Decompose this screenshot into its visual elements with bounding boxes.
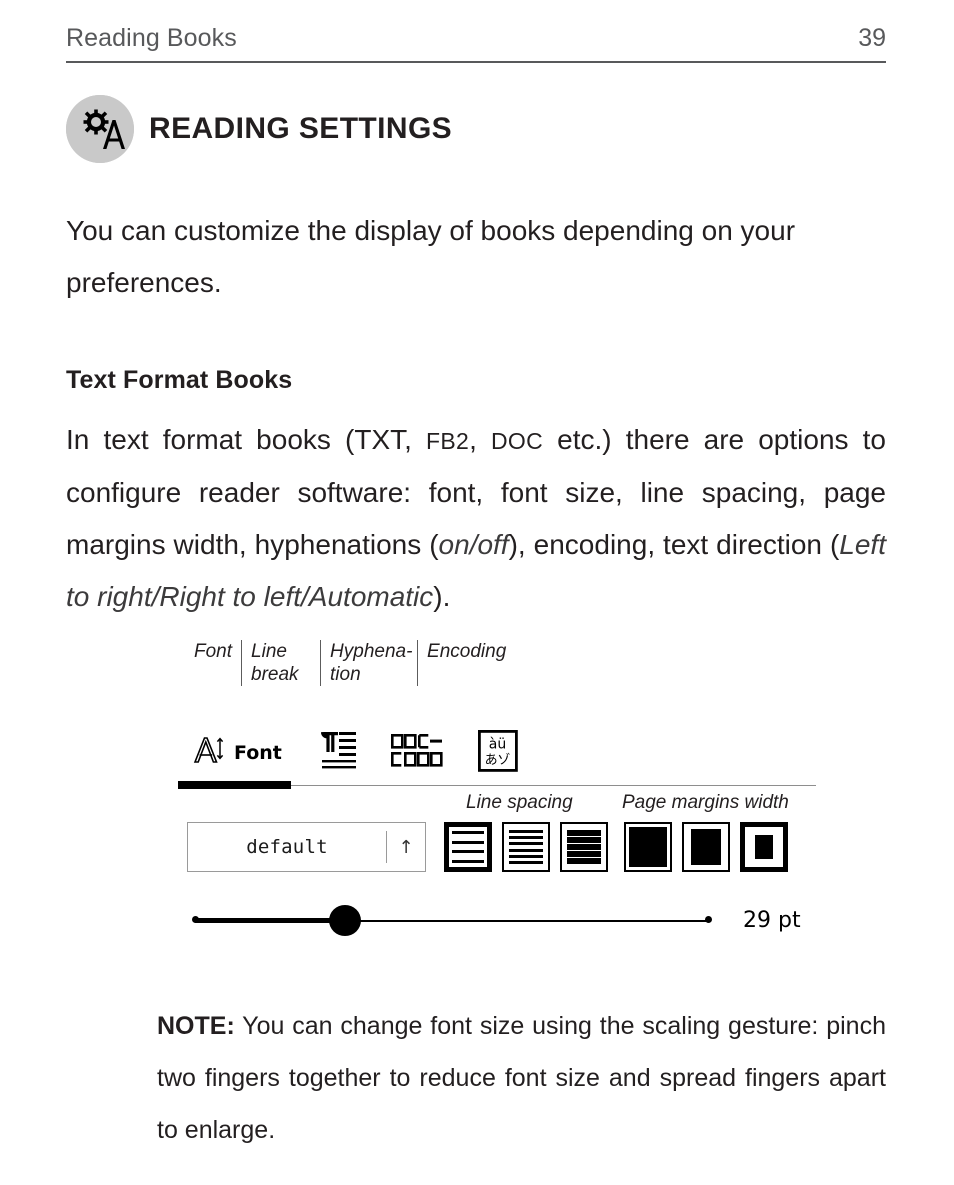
callout-line-break-line2: break <box>251 664 299 685</box>
format-fb2: FB2 <box>426 428 470 454</box>
page-margin-medium-option[interactable] <box>682 822 730 872</box>
line-spacing-medium-option[interactable] <box>502 822 550 872</box>
tab-line-break[interactable] <box>318 728 358 777</box>
document-page: Reading Books 39 READING SETTINGS You ca… <box>0 0 954 1185</box>
running-head-title: Reading Books <box>66 24 237 52</box>
section-paragraph: In text format books (TXT, FB2, DOC etc.… <box>66 414 886 623</box>
font-size-a-icon <box>192 734 226 771</box>
intro-paragraph: You can customize the display of books d… <box>66 215 796 298</box>
page-title: READING SETTINGS <box>149 112 453 145</box>
figure-callouts: Font Line break Hyphena- tion Encoding <box>194 640 515 686</box>
callout-line-break-label: Line break <box>242 640 320 686</box>
line-spacing-wide-preview <box>452 831 484 863</box>
page-margin-options <box>624 822 788 872</box>
font-select-value: default <box>246 836 328 858</box>
line-spacing-group-label: Line spacing <box>466 792 573 813</box>
paragraph-part-4: ), encoding, text direction ( <box>508 529 840 560</box>
page-margin-narrow-preview <box>629 827 667 867</box>
pilcrow-lines-icon <box>318 728 358 777</box>
encoding-charset-icon: àü あゾ <box>477 729 518 777</box>
page-margin-medium-preview <box>691 829 721 865</box>
callout-line-break-line1: Line <box>251 641 287 662</box>
format-doc: DOC <box>491 428 544 454</box>
note-block: NOTE: You can change font size using the… <box>157 1000 886 1156</box>
tab-hyphenation[interactable] <box>390 733 443 773</box>
callout-hyphenation-line2: tion <box>330 664 361 685</box>
svg-text:あゾ: あゾ <box>485 753 511 768</box>
tab-font[interactable]: Font <box>192 734 282 771</box>
note-prefix: NOTE: <box>157 1012 235 1040</box>
tab-encoding[interactable]: àü あゾ <box>477 729 518 777</box>
active-tab-indicator <box>178 781 291 789</box>
slider-thumb[interactable] <box>329 905 361 936</box>
callout-hyphenation-label: Hyphena- tion <box>321 640 417 686</box>
value-on-off: on/off <box>438 529 509 560</box>
page-margin-narrow-option[interactable] <box>624 822 672 872</box>
note-text: You can change font size using the scali… <box>157 1012 886 1144</box>
gear-letter-a-icon <box>66 95 134 163</box>
arrow-up-icon[interactable]: ↑ <box>387 837 425 858</box>
slider-track-fill <box>195 918 340 923</box>
page-margins-group-label: Page margins width <box>622 792 789 813</box>
section-subheading: Text Format Books <box>66 366 293 394</box>
page-number: 39 <box>858 24 886 52</box>
page-margin-wide-option[interactable] <box>740 822 788 872</box>
font-select[interactable]: default ↑ <box>187 822 426 872</box>
reading-settings-figure: Font Line break Hyphena- tion Encoding F… <box>178 640 823 936</box>
slider-min-endpoint <box>192 916 199 923</box>
chapter-heading: READING SETTINGS <box>66 95 452 163</box>
paragraph-part-2: , <box>469 424 492 455</box>
running-head: Reading Books 39 <box>66 24 886 63</box>
callout-encoding-label: Encoding <box>427 641 507 662</box>
font-size-value: 29 pt <box>743 908 801 933</box>
line-spacing-narrow-preview <box>567 830 601 864</box>
line-spacing-wide-option[interactable] <box>444 822 492 872</box>
settings-toolbar: Font àü あゾ <box>178 728 823 786</box>
paragraph-part-1: In text format books (TXT, <box>66 424 427 455</box>
callout-hyphenation-line1: Hyphena- <box>330 641 413 662</box>
paragraph-part-5: ). <box>433 581 451 612</box>
svg-text:àü: àü <box>489 737 506 753</box>
page-margin-wide-preview <box>755 835 773 859</box>
tab-font-label: Font <box>234 741 282 764</box>
line-spacing-options <box>444 822 608 872</box>
line-spacing-narrow-option[interactable] <box>560 822 608 872</box>
font-size-slider[interactable]: 29 pt <box>187 902 827 940</box>
line-spacing-medium-preview <box>509 830 543 864</box>
hyphenation-blocks-icon <box>390 733 443 773</box>
slider-max-endpoint <box>705 916 712 923</box>
callout-font-label: Font <box>194 641 233 662</box>
